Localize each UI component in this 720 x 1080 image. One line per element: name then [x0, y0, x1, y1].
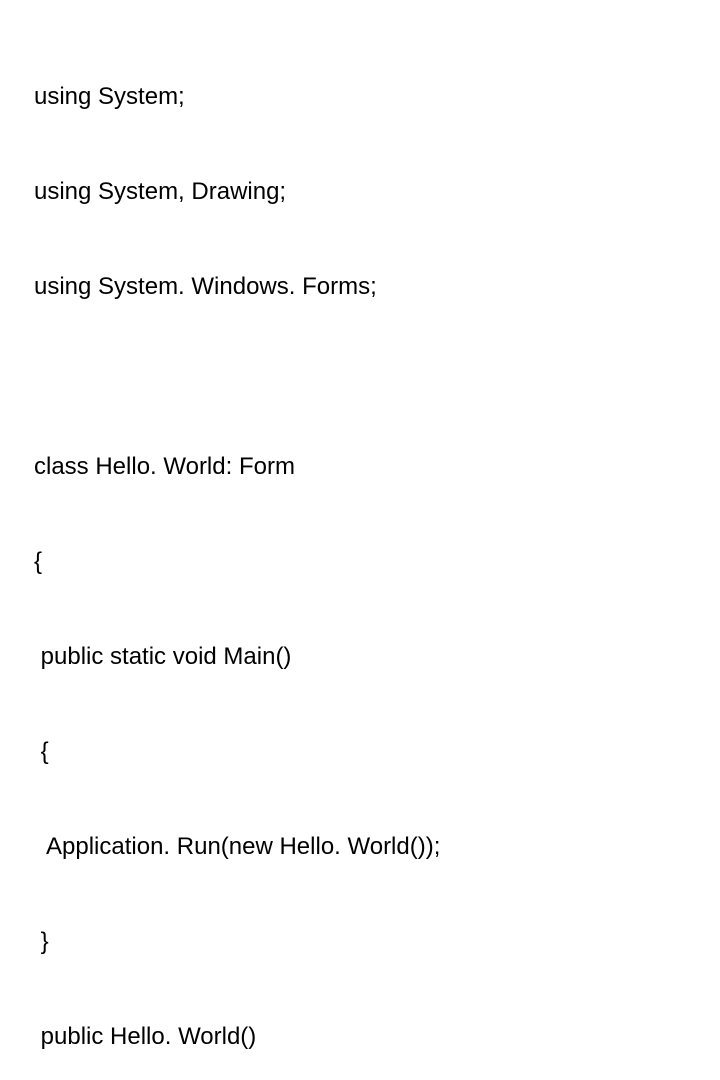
code-line: {	[34, 546, 720, 578]
code-line: }	[34, 926, 720, 958]
code-line: public static void Main()	[34, 641, 720, 673]
code-block: using System; using System, Drawing; usi…	[34, 18, 720, 1080]
code-line	[34, 366, 720, 388]
code-line: public Hello. World()	[34, 1021, 720, 1053]
code-line: class Hello. World: Form	[34, 451, 720, 483]
code-line: using System, Drawing;	[34, 176, 720, 208]
code-line: Application. Run(new Hello. World());	[34, 831, 720, 863]
code-line: using System. Windows. Forms;	[34, 271, 720, 303]
code-line: using System;	[34, 81, 720, 113]
code-line: {	[34, 736, 720, 768]
